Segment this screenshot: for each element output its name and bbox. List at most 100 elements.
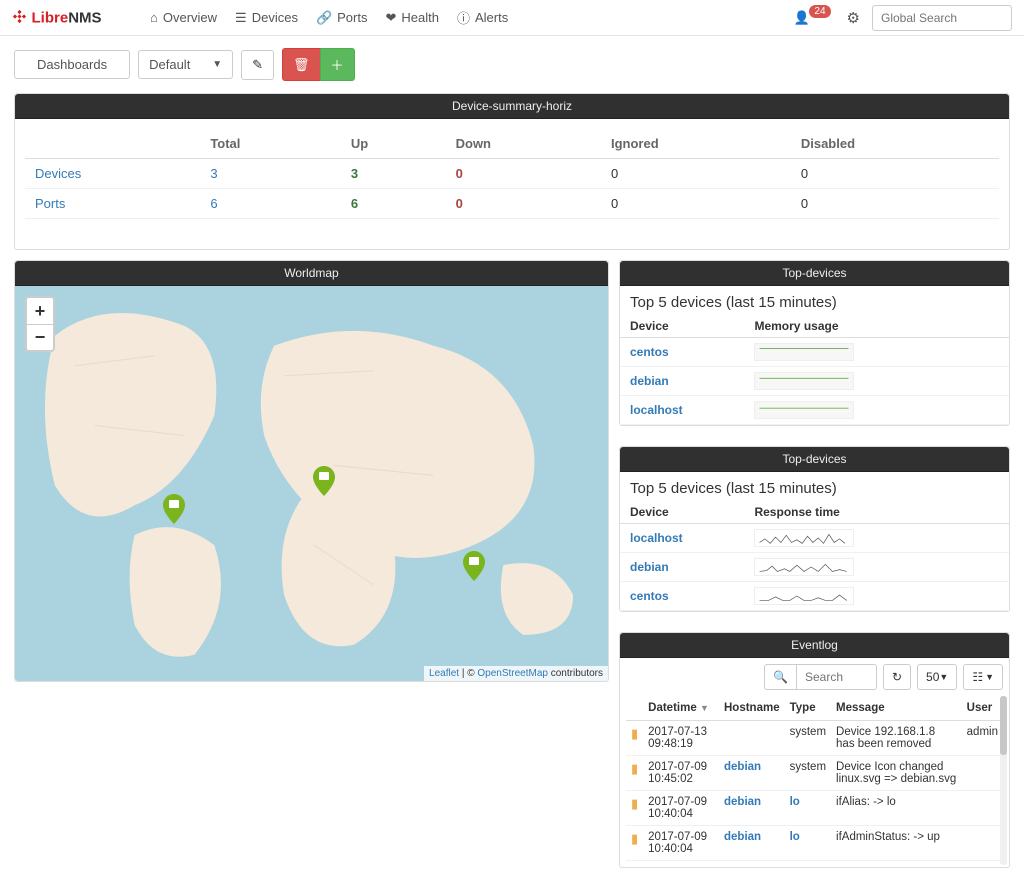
devices-icon: ☰ [235,10,247,26]
sparkline [754,343,854,361]
map-marker[interactable] [313,466,335,496]
worldmap[interactable]: + − Leaflet | © OpenStreetMap contribu [15,286,608,681]
sparkline [754,529,854,547]
top-devices-response-panel: Top-devices Top 5 devices (last 15 minut… [619,446,1010,612]
device-link[interactable]: centos [630,589,669,603]
settings-menu[interactable]: ⚙ [847,9,860,27]
table-row: ▮ 2017-07-09 10:40:04 debian lo ifAdminS… [626,826,1003,861]
top-navbar: LibreNMS ⌂Overview ☰Devices 🔗Ports ❤Heal… [0,0,1024,36]
chevron-down-icon: ▼ [212,59,222,70]
home-icon: ⌂ [150,10,158,25]
edit-dashboard-button[interactable]: ✎ [241,50,274,80]
nav-right: 👤 24 ⚙ [794,5,1012,31]
col-type[interactable]: Type [785,696,831,721]
dashboards-label: Dashboards [14,50,130,79]
host-link[interactable]: debian [724,796,761,808]
map-marker[interactable] [163,494,185,524]
alerts-icon: ⓘ [457,8,470,27]
global-search[interactable] [872,5,1012,31]
chevron-down-icon: ▼ [939,672,948,682]
map-marker[interactable] [463,551,485,581]
global-search-input[interactable] [881,11,1003,25]
notification-badge: 24 [809,5,830,18]
device-link[interactable]: localhost [630,531,683,545]
svg-text:LibreNMS: LibreNMS [32,9,102,26]
device-link[interactable]: localhost [630,403,683,417]
dashboard-select[interactable]: Default ▼ [138,50,233,79]
zoom-out-button[interactable]: − [27,324,53,350]
search-button[interactable]: 🔍 [764,664,797,690]
trash-icon: 🗑 [293,57,310,73]
col-hostname[interactable]: Hostname [719,696,785,721]
summary-table: Total Up Down Ignored Disabled Devices 3… [25,129,999,219]
dashboard-controls: Dashboards Default ▼ ✎ 🗑 ＋ [14,48,1010,81]
type-link[interactable]: lo [790,831,800,843]
col-datetime[interactable]: Datetime ▼ [643,696,719,721]
eventlog-search-input[interactable] [797,664,877,690]
bookmark-icon: ▮ [631,761,638,776]
sparkline [754,558,854,576]
chevron-down-icon: ▼ [985,672,994,682]
sparkline [754,587,854,605]
device-link[interactable]: debian [630,374,669,388]
refresh-icon: ↻ [892,670,902,684]
table-row: centos [620,338,1009,367]
scrollbar[interactable] [1000,696,1007,865]
sparkline [754,372,854,390]
type-link[interactable]: lo [790,796,800,808]
device-link[interactable]: centos [630,345,669,359]
user-icon: 👤 [794,10,810,25]
table-row: localhost [620,524,1009,553]
map-attribution: Leaflet | © OpenStreetMap contributors [424,666,608,681]
table-row: Devices 3 3 0 0 0 [25,159,999,189]
nav-health[interactable]: ❤Health [385,10,438,26]
bookmark-icon: ▮ [631,726,638,741]
col-user[interactable]: User [962,696,1003,721]
table-row: debian [620,367,1009,396]
health-icon: ❤ [385,10,396,26]
plus-icon: ＋ [331,55,344,74]
table-row: centos [620,582,1009,611]
device-summary-panel: Device-summary-horiz Total Up Down Ignor… [14,93,1010,250]
nav-devices[interactable]: ☰Devices [235,10,298,26]
devices-link[interactable]: Devices [35,166,81,181]
nav-overview[interactable]: ⌂Overview [150,10,217,25]
worldmap-title: Worldmap [15,261,608,286]
add-dashboard-button[interactable]: ＋ [320,48,355,81]
refresh-button[interactable]: ↻ [883,664,911,690]
pagesize-select[interactable]: 50 ▼ [917,664,957,690]
device-link[interactable]: debian [630,560,669,574]
top-devices-subtitle: Top 5 devices (last 15 minutes) [620,286,1009,315]
col-message[interactable]: Message [831,696,962,721]
zoom-controls: + − [25,296,55,352]
sparkline [754,401,854,419]
device-summary-title: Device-summary-horiz [15,94,1009,119]
table-row: ▮ 2017-07-09 10:40:04 debian lo ifAlias:… [626,791,1003,826]
search-icon: 🔍 [773,670,788,684]
eventlog-panel: Eventlog 🔍 ↻ 50 ▼ ☷▼ Dat [619,632,1010,868]
nav-items: ⌂Overview ☰Devices 🔗Ports ❤Health ⓘAlert… [150,8,508,27]
ports-icon: 🔗 [316,10,332,26]
worldmap-panel: Worldmap + − [14,260,609,682]
eventlog-table: Datetime ▼ Hostname Type Message User ▮ … [626,696,1003,861]
user-menu[interactable]: 👤 24 [794,10,835,26]
brand-logo[interactable]: LibreNMS [12,7,132,29]
ports-link[interactable]: Ports [35,196,65,211]
table-row: debian [620,553,1009,582]
nav-alerts[interactable]: ⓘAlerts [457,8,508,27]
host-link[interactable]: debian [724,831,761,843]
pencil-icon: ✎ [252,57,263,73]
bookmark-icon: ▮ [631,796,638,811]
list-icon: ☷ [972,670,983,684]
eventlog-toolbar: 🔍 ↻ 50 ▼ ☷▼ [626,664,1003,690]
table-row: localhost [620,396,1009,425]
columns-button[interactable]: ☷▼ [963,664,1003,690]
zoom-in-button[interactable]: + [27,298,53,324]
delete-dashboard-button[interactable]: 🗑 [282,48,321,81]
table-row: ▮ 2017-07-13 09:48:19 system Device 192.… [626,721,1003,756]
nav-ports[interactable]: 🔗Ports [316,10,368,26]
host-link[interactable]: debian [724,761,761,773]
bookmark-icon: ▮ [631,831,638,846]
table-row: ▮ 2017-07-09 10:45:02 debian system Devi… [626,756,1003,791]
gear-icon: ⚙ [847,10,860,27]
